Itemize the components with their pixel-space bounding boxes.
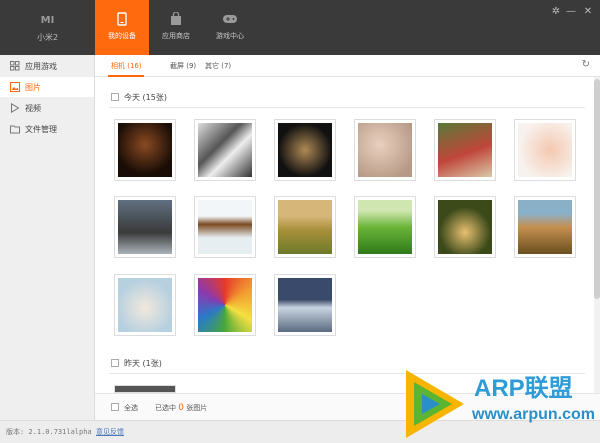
photo-image (118, 200, 172, 254)
tab-camera[interactable]: 相机 (16) (111, 61, 142, 71)
photo-thumbnail-partial[interactable] (114, 385, 176, 393)
scrollbar-thumb[interactable] (594, 79, 600, 299)
photo-image (438, 123, 492, 177)
group-header-yesterday: 昨天 (1张) (124, 359, 162, 368)
photo-image (518, 123, 572, 177)
sidebar-item-label: 文件管理 (25, 125, 57, 134)
group-checkbox-today[interactable] (111, 93, 119, 101)
tab-label: 我的设备 (108, 32, 136, 40)
photo-thumbnail[interactable] (274, 196, 336, 258)
photo-image (278, 200, 332, 254)
selected-count: 0 (178, 403, 184, 413)
photo-image (278, 123, 332, 177)
photo-thumbnail[interactable] (194, 274, 256, 336)
photo-thumbnail[interactable] (354, 196, 416, 258)
bag-icon (149, 11, 203, 26)
photo-thumbnail[interactable] (274, 274, 336, 336)
folder-icon (10, 124, 20, 134)
sidebar-item-pictures[interactable]: 图片 (0, 77, 94, 97)
tab-other[interactable]: 其它 (7) (205, 61, 231, 71)
play-logo-icon (406, 370, 464, 438)
sidebar: 应用游戏 图片 视频 文件管理 (0, 55, 95, 420)
watermark-title: ARP联盟 (474, 375, 573, 402)
device-name: 小米2 (36, 33, 59, 42)
photo-thumbnail[interactable] (114, 274, 176, 336)
photo-image (358, 200, 412, 254)
photo-image (198, 200, 252, 254)
sidebar-item-label: 应用游戏 (25, 62, 57, 71)
tab-app-store[interactable]: 应用商店 (149, 0, 203, 55)
photo-thumbnail[interactable] (434, 119, 496, 181)
photo-thumbnail[interactable] (514, 196, 576, 258)
photo-thumbnail[interactable] (434, 196, 496, 258)
play-icon (10, 102, 20, 114)
active-tab-indicator (108, 75, 144, 77)
phone-icon (95, 12, 149, 26)
gamepad-icon (203, 12, 257, 26)
photo-thumbnail[interactable] (354, 119, 416, 181)
photo-thumbnail[interactable] (514, 119, 576, 181)
top-bar: MI 小米2 我的设备 应用商店 游戏中心 ✲ — ✕ (0, 0, 600, 55)
mi-logo: MI (40, 15, 55, 26)
photo-image (118, 123, 172, 177)
watermark-url: www.arpun.com (472, 406, 595, 423)
photo-thumbnail[interactable] (194, 196, 256, 258)
photo-image (198, 278, 252, 332)
sidebar-item-files[interactable]: 文件管理 (0, 119, 94, 139)
sidebar-item-apps[interactable]: 应用游戏 (0, 56, 94, 76)
photo-image (198, 123, 252, 177)
sidebar-item-videos[interactable]: 视频 (0, 98, 94, 118)
tab-label: 游戏中心 (216, 32, 244, 40)
group-checkbox-yesterday[interactable] (111, 359, 119, 367)
photo-image (278, 278, 332, 332)
version-label: 版本: 2.1.0.731lalpha (6, 428, 92, 436)
sidebar-item-label: 视频 (25, 104, 41, 113)
photo-thumbnail[interactable] (114, 196, 176, 258)
photo-image (358, 123, 412, 177)
photo-thumbnail[interactable] (194, 119, 256, 181)
tab-screenshots[interactable]: 截屏 (9) (170, 61, 196, 71)
watermark: ARP联盟 www.arpun.com (400, 362, 600, 443)
divider (109, 107, 585, 108)
photo-thumbnail[interactable] (114, 119, 176, 181)
photo-image (118, 278, 172, 332)
tab-game-center[interactable]: 游戏中心 (203, 0, 257, 55)
photo-thumbnail[interactable] (274, 119, 336, 181)
tab-my-device[interactable]: 我的设备 (95, 0, 149, 55)
group-header-today: 今天 (15张) (124, 93, 167, 102)
photo-tabs: 相机 (16) 截屏 (9) 其它 (7) ↻ (95, 55, 600, 77)
device-brand[interactable]: MI 小米2 (0, 0, 95, 55)
feedback-link[interactable]: 意见反馈 (96, 427, 124, 437)
minimize-icon[interactable]: — (566, 6, 576, 17)
photo-image (438, 200, 492, 254)
settings-icon[interactable]: ✲ (551, 6, 561, 17)
select-all-checkbox[interactable] (111, 403, 119, 411)
sidebar-item-label: 图片 (25, 83, 41, 92)
picture-icon (10, 82, 20, 92)
select-all-label[interactable]: 全选 (124, 403, 138, 413)
selection-summary: 已选中 0 张图片 (155, 403, 208, 413)
close-icon[interactable]: ✕ (583, 6, 593, 17)
photo-image (518, 200, 572, 254)
refresh-icon[interactable]: ↻ (582, 59, 590, 70)
grid-icon (10, 61, 20, 71)
tab-label: 应用商店 (162, 32, 190, 40)
